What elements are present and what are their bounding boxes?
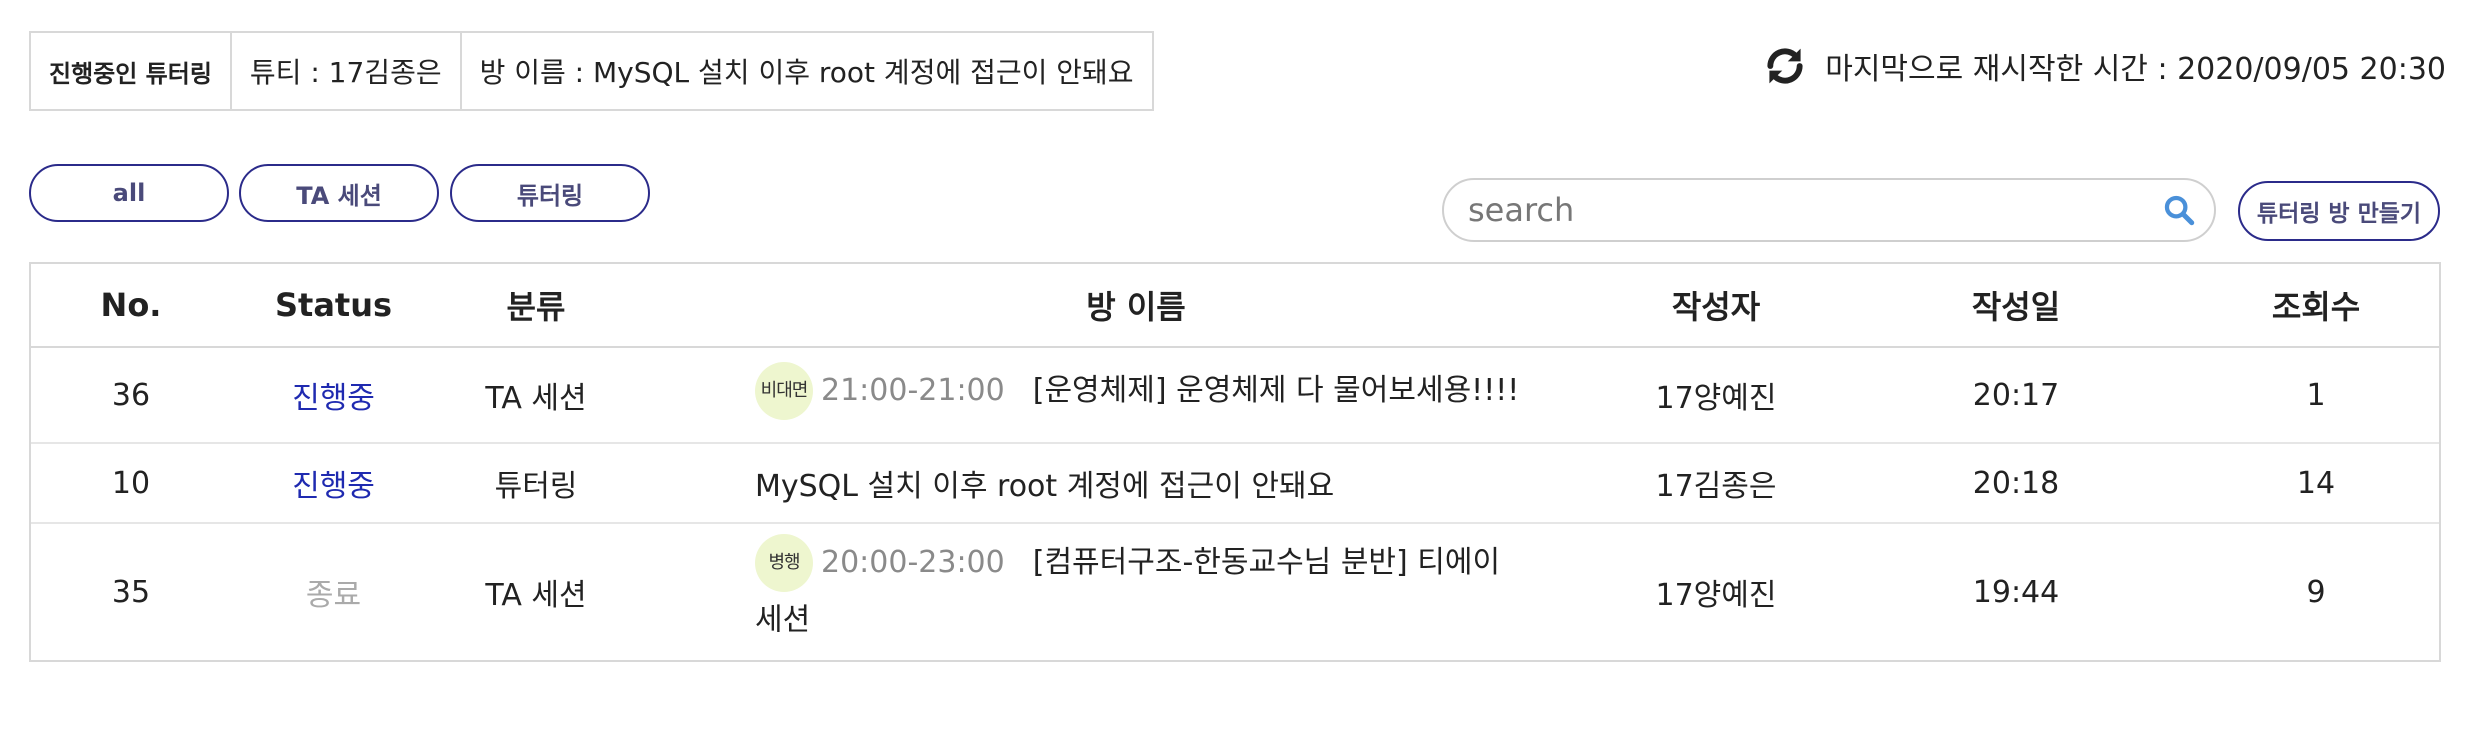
row-date: 20:18: [1972, 465, 2060, 501]
table-row[interactable]: 10 진행중 튜터링 MySQL 설치 이후 root 계정에 접근이 안돼요 …: [31, 442, 2439, 522]
row-category: 튜터링: [494, 469, 578, 504]
table-row[interactable]: 36 진행중 TA 세션 비대면 21:00-21:00 [운영체제] 운영체제 다…: [31, 348, 2439, 442]
column-header-author: 작성자: [1671, 288, 1761, 326]
session-time: 21:00-21:00: [821, 373, 1005, 408]
row-author: 17양예진: [1655, 578, 1777, 613]
row-views: 9: [2306, 574, 2326, 610]
tutee-info: 튜티 : 17김종은: [232, 33, 462, 109]
search-box: [1442, 178, 2216, 242]
row-status: 종료: [305, 578, 362, 613]
filter-tutoring-button[interactable]: 튜터링: [450, 164, 650, 222]
session-time: 20:00-23:00: [821, 544, 1005, 580]
row-category: TA 세션: [485, 578, 587, 613]
last-restart-text: 마지막으로 재시작한 시간 : 2020/09/05 20:30: [1825, 52, 2446, 87]
row-status: 진행중: [292, 469, 375, 504]
row-no: 10: [111, 465, 151, 501]
create-tutoring-room-button[interactable]: 튜터링 방 만들기: [2238, 181, 2440, 241]
ongoing-tutoring-info: 진행중인 튜터링 튜티 : 17김종은 방 이름 : MySQL 설치 이후 r…: [29, 31, 1154, 111]
column-header-room-name: 방 이름: [1086, 288, 1186, 326]
filter-ta-session-button[interactable]: TA 세션: [239, 164, 439, 222]
row-status: 진행중: [292, 381, 375, 416]
row-date: 19:44: [1972, 574, 2060, 610]
row-no: 35: [111, 574, 151, 610]
last-restart: 마지막으로 재시작한 시간 : 2020/09/05 20:30: [1763, 44, 2446, 88]
refresh-icon[interactable]: [1763, 44, 1807, 88]
room-name-info: 방 이름 : MySQL 설치 이후 root 계정에 접근이 안돼요: [479, 56, 1134, 89]
column-header-no: No.: [100, 286, 162, 324]
row-views: 14: [2296, 465, 2336, 501]
row-author: 17김종은: [1655, 469, 1777, 504]
row-no: 36: [111, 377, 151, 413]
row-title-cell[interactable]: 병행 20:00-23:00 [컴퓨터구조-한동교수님 분반] 티에이 세션: [755, 524, 1515, 660]
search-icon[interactable]: [2162, 193, 2196, 227]
row-author: 17양예진: [1655, 381, 1777, 416]
row-category: TA 세션: [485, 381, 587, 416]
column-header-status: Status: [274, 286, 393, 324]
row-views: 1: [2306, 377, 2326, 413]
room-title-link[interactable]: MySQL 설치 이후 root 계정에 접근이 안돼요: [755, 461, 1334, 505]
table-row[interactable]: 35 종료 TA 세션 병행 20:00-23:00 [컴퓨터구조-한동교수님 분반…: [31, 522, 2439, 660]
room-title-link[interactable]: [운영체제] 운영체제 다 물어보세용!!!!: [1033, 373, 1520, 408]
tutoring-board-table: No. Status 분류 방 이름 작성자 작성일 조회수 36 진행중 TA…: [29, 262, 2441, 662]
ongoing-tutoring-label: 진행중인 튜터링: [31, 33, 232, 109]
meeting-type-badge: 병행: [755, 533, 813, 592]
column-header-category: 분류: [506, 288, 566, 326]
column-header-date: 작성일: [1971, 288, 2061, 326]
row-title-cell[interactable]: 비대면 21:00-21:00 [운영체제] 운영체제 다 물어보세용!!!!: [755, 348, 1555, 442]
row-date: 20:17: [1972, 377, 2060, 413]
column-header-views: 조회수: [2271, 288, 2361, 326]
meeting-type-badge: 비대면: [755, 362, 813, 420]
row-title-cell[interactable]: MySQL 설치 이후 root 계정에 접근이 안돼요: [755, 444, 1555, 522]
search-input[interactable]: [1466, 190, 2162, 230]
filter-all-button[interactable]: all: [29, 164, 229, 222]
table-header: No. Status 분류 방 이름 작성자 작성일 조회수: [31, 264, 2439, 348]
